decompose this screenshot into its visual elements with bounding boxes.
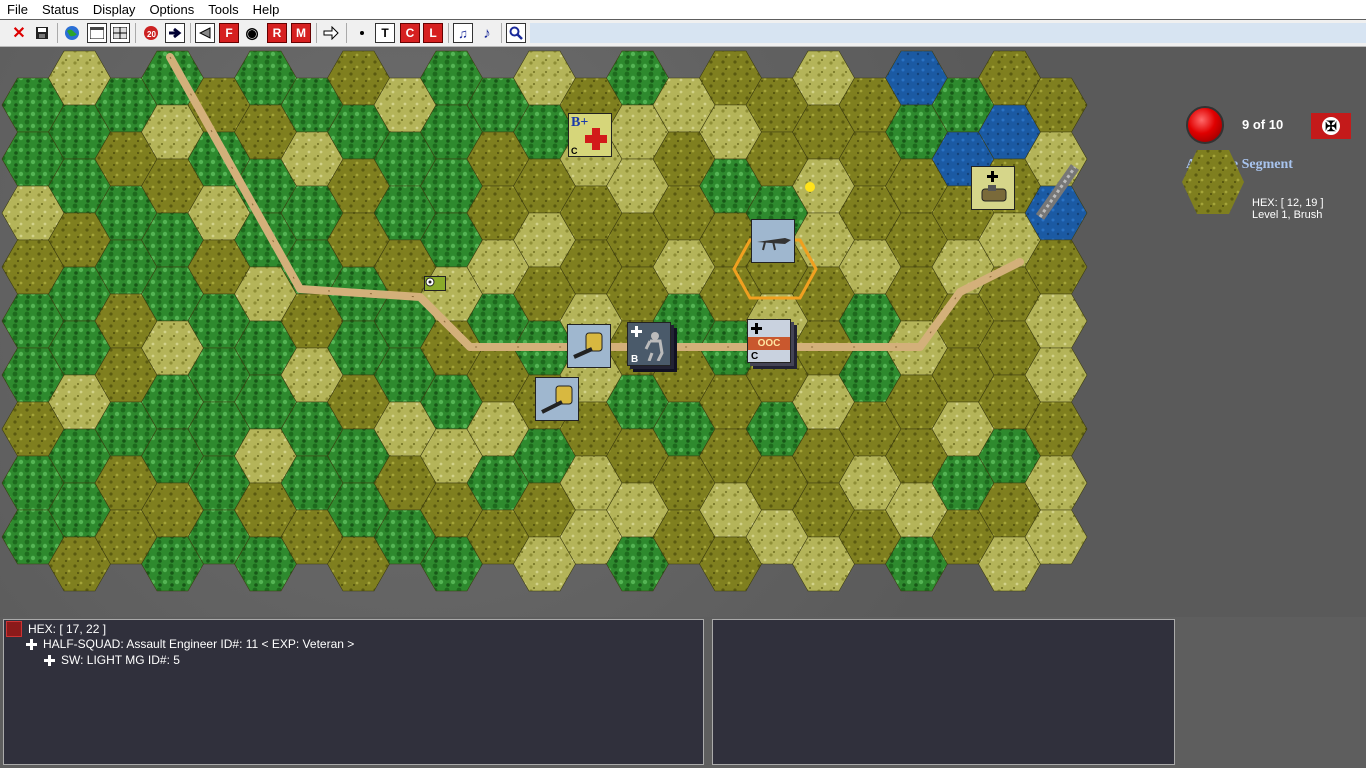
toolbar-separator: [346, 23, 347, 43]
close-icon[interactable]: ✕: [9, 23, 29, 43]
iron-cross-icon: [44, 654, 55, 666]
secondary-info-panel[interactable]: [712, 619, 1175, 765]
status-light[interactable]: [1186, 106, 1224, 144]
info-hex-row[interactable]: HEX: [ 17, 22 ]: [6, 621, 106, 637]
soldier-icon: [644, 332, 664, 361]
toolbar-separator: [316, 23, 317, 43]
hex-grid[interactable]: [0, 47, 1366, 617]
toolbar: ✕ 20 F ◉ R M T C L ♫ ♪: [0, 20, 1366, 47]
german-flag-icon: ✠: [1311, 113, 1351, 139]
r-button[interactable]: R: [267, 23, 287, 43]
machine-gun-icon: [757, 238, 791, 251]
game-map[interactable]: B+ C B OOC C 9 of 10 ✠ Advance Segment H…: [0, 47, 1366, 617]
weapon-text: SW: LIGHT MG ID#: 5: [61, 653, 180, 667]
menu-tools[interactable]: Tools: [201, 0, 245, 19]
toolbar-separator: [190, 23, 191, 43]
terrain-preview-hex: [1182, 150, 1244, 214]
menu-file[interactable]: File: [0, 0, 35, 19]
light-mg-counter[interactable]: [751, 219, 795, 263]
yellow-marker[interactable]: [805, 182, 815, 192]
dot-icon[interactable]: [352, 23, 372, 43]
turn-counter: 9 of 10: [1242, 117, 1284, 132]
next-arrow-icon[interactable]: [165, 23, 185, 43]
menu-status[interactable]: Status: [35, 0, 86, 19]
magnifier-icon[interactable]: [506, 23, 526, 43]
iron-cross-icon: [26, 638, 37, 650]
info-hex: HEX: [ 17, 22 ]: [28, 622, 107, 636]
grid-icon[interactable]: [110, 23, 130, 43]
hex-cells[interactable]: [1, 50, 1088, 592]
save-icon[interactable]: [32, 23, 52, 43]
squad-stack-counter[interactable]: B: [627, 322, 671, 366]
toolbar-separator: [448, 23, 449, 43]
iron-cross-icon: [751, 323, 762, 334]
toolbar-filler: [530, 23, 1366, 43]
f-button[interactable]: F: [219, 23, 239, 43]
eye-icon[interactable]: ◉: [242, 23, 262, 43]
toolbar-separator: [135, 23, 136, 43]
window-icon[interactable]: [87, 23, 107, 43]
unit-row[interactable]: HALF-SQUAD: Assault Engineer ID#: 11 < E…: [26, 637, 354, 651]
t-button[interactable]: T: [375, 23, 395, 43]
weapon-counter[interactable]: [535, 377, 579, 421]
l-button[interactable]: L: [423, 23, 443, 43]
weapon-row[interactable]: SW: LIGHT MG ID#: 5: [44, 653, 180, 667]
svg-text:20: 20: [147, 30, 156, 39]
ooc-label: OOC: [748, 337, 790, 350]
vehicle-marker[interactable]: [424, 276, 446, 291]
iron-cross-icon: [631, 326, 642, 337]
flamethrower-icon: [573, 332, 603, 359]
back-triangle-icon[interactable]: [195, 23, 215, 43]
menu-bar: File Status Display Options Tools Help: [0, 0, 1366, 19]
medic-counter[interactable]: B+ C: [568, 113, 612, 157]
menu-help[interactable]: Help: [246, 0, 287, 19]
hex-flag-icon: [6, 621, 22, 637]
sound-fx-icon[interactable]: ♫: [453, 23, 473, 43]
music-note-icon[interactable]: ♪: [477, 23, 497, 43]
ooc-stack-counter[interactable]: OOC C: [747, 319, 791, 363]
red-cross-icon: [585, 128, 607, 150]
m-button[interactable]: M: [291, 23, 311, 43]
medic-counter-class: C: [571, 146, 578, 156]
stack-counter-class: C: [751, 351, 759, 362]
toolbar-separator: [501, 23, 502, 43]
engineer-counter[interactable]: [971, 166, 1015, 210]
heavy-weapon-icon: [541, 385, 573, 414]
unit-text: HALF-SQUAD: Assault Engineer ID#: 11 < E…: [43, 637, 355, 651]
dice-icon[interactable]: 20: [141, 23, 161, 43]
menu-display[interactable]: Display: [86, 0, 143, 19]
wheel-icon: [425, 277, 435, 287]
terrain-level: Level 1, Brush: [1252, 209, 1323, 221]
right-arrow-icon[interactable]: [321, 23, 341, 43]
iron-cross-icon: [987, 171, 998, 182]
terrain-hex-coords: HEX: [ 12, 19 ]: [1252, 197, 1324, 209]
unit-info-panel[interactable]: HEX: [ 17, 22 ] HALF-SQUAD: Assault Engi…: [3, 619, 704, 765]
squad-counter-class: B: [631, 354, 639, 365]
toolbar-separator: [57, 23, 58, 43]
engineer-unit-counter[interactable]: [567, 324, 611, 368]
globe-icon[interactable]: [62, 23, 82, 43]
demolition-charge-icon: [981, 185, 1007, 202]
c-button[interactable]: C: [400, 23, 420, 43]
menu-options[interactable]: Options: [142, 0, 201, 19]
terrain-info: HEX: [ 12, 19 ] Level 1, Brush: [1252, 197, 1324, 221]
